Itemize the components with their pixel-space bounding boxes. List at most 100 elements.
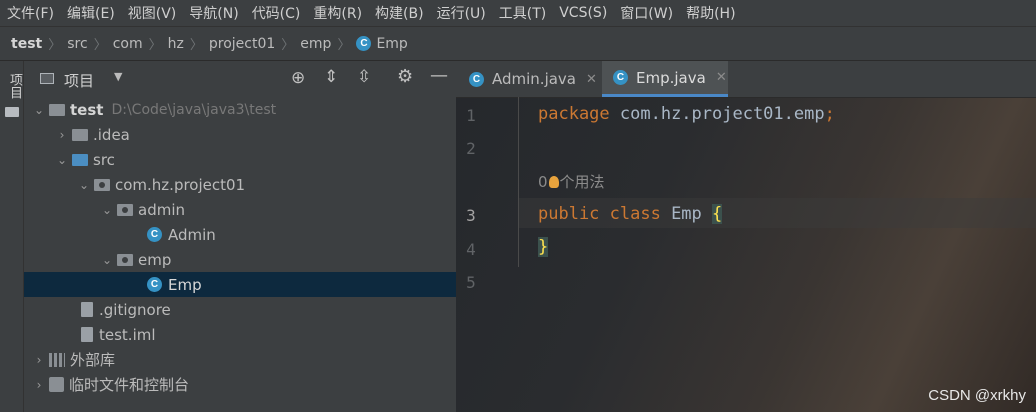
- tree-item-scratches[interactable]: › 临时文件和控制台: [24, 372, 456, 397]
- chevron-right-icon: 〉: [281, 38, 295, 53]
- tab-emp-java[interactable]: C Emp.java ✕: [602, 61, 728, 97]
- menu-navigate[interactable]: 导航(N): [182, 3, 244, 23]
- folder-icon: [5, 107, 19, 117]
- usages-inlay-hint[interactable]: 0 个用法: [538, 171, 605, 192]
- folder-icon: [72, 128, 88, 141]
- chevron-right-icon[interactable]: ›: [55, 128, 69, 142]
- class-icon: C: [147, 227, 162, 242]
- tree-item-package-project01[interactable]: ⌄ com.hz.project01: [24, 172, 456, 197]
- line-gutter: 1 2 3 4 5: [456, 97, 518, 412]
- tree-item-class-emp[interactable]: C Emp: [24, 272, 456, 297]
- keyword: public class: [538, 204, 661, 224]
- editor-tabs: C Admin.java ✕ C Emp.java ✕: [456, 61, 1036, 98]
- tree-item-label: 临时文件和控制台: [69, 376, 190, 394]
- line-number: 1: [466, 106, 476, 125]
- breadcrumb-emp-class[interactable]: Emp: [376, 36, 407, 52]
- tab-label: Admin.java: [492, 70, 577, 88]
- menu-file[interactable]: 文件(F): [0, 3, 60, 23]
- tree-item-idea[interactable]: › .idea: [24, 122, 456, 147]
- project-view-icon: [40, 73, 54, 84]
- menu-vcs[interactable]: VCS(S): [552, 5, 613, 21]
- tab-admin-java[interactable]: C Admin.java ✕: [456, 61, 601, 97]
- breadcrumb-test[interactable]: test: [11, 36, 42, 52]
- locate-icon[interactable]: ⊕: [291, 68, 305, 88]
- breadcrumb-src[interactable]: src: [67, 36, 87, 52]
- menu-tools[interactable]: 工具(T): [492, 3, 552, 23]
- tree-item-label: emp: [138, 250, 172, 269]
- ignore-file-icon: [81, 302, 93, 317]
- menu-code[interactable]: 代码(C): [245, 3, 307, 23]
- code-line-1[interactable]: package com.hz.project01.emp;: [538, 104, 835, 124]
- tree-item-iml[interactable]: test.iml: [24, 322, 456, 347]
- library-icon: [49, 352, 65, 367]
- chevron-down-icon[interactable]: ⌄: [32, 103, 46, 117]
- editor-area: C Admin.java ✕ C Emp.java ✕ 1 2 3 4 5 pa…: [456, 61, 1036, 412]
- breadcrumb: test 〉 src 〉 com 〉 hz 〉 project01 〉 emp 〉 C Em…: [0, 26, 1036, 61]
- chevron-down-icon[interactable]: ⌄: [100, 203, 114, 217]
- class-icon: C: [469, 71, 484, 87]
- tree-item-package-emp[interactable]: ⌄ emp: [24, 247, 456, 272]
- lightbulb-icon[interactable]: [548, 175, 559, 188]
- menu-window[interactable]: 窗口(W): [613, 3, 679, 23]
- tree-item-class-admin[interactable]: C Admin: [24, 222, 456, 247]
- line-number: 5: [466, 273, 476, 292]
- iml-file-icon: [81, 327, 93, 342]
- module-path: D:\Code\java\java3\test: [111, 101, 277, 118]
- close-icon[interactable]: ✕: [586, 72, 597, 87]
- brace-close: }: [538, 237, 549, 257]
- tree-item-external-libraries[interactable]: › 外部库: [24, 347, 456, 372]
- chevron-right-icon: 〉: [337, 38, 351, 53]
- chevron-right-icon: 〉: [93, 38, 107, 53]
- menu-help[interactable]: 帮助(H): [679, 3, 741, 23]
- breadcrumb-project01[interactable]: project01: [209, 36, 275, 52]
- chevron-down-icon[interactable]: ⌄: [77, 178, 91, 192]
- breadcrumb-hz[interactable]: hz: [168, 36, 184, 52]
- package-icon: [94, 178, 110, 191]
- tree-item-label: com.hz.project01: [115, 175, 246, 194]
- left-tool-stripe: 项目: [0, 61, 24, 412]
- source-folder-icon: [72, 153, 88, 166]
- class-icon: C: [613, 70, 628, 85]
- menu-refactor[interactable]: 重构(R): [306, 3, 368, 23]
- usages-label: 个用法: [559, 173, 605, 191]
- gutter-divider: [518, 97, 519, 267]
- project-tool-button[interactable]: 项目: [5, 73, 24, 99]
- project-view-title[interactable]: 项目: [64, 70, 94, 91]
- tree-item-package-admin[interactable]: ⌄ admin: [24, 197, 456, 222]
- code-line-4[interactable]: }: [538, 237, 549, 257]
- tree-item-label: .idea: [93, 125, 130, 144]
- minimize-icon[interactable]: —: [430, 65, 448, 86]
- chevron-right-icon[interactable]: ›: [32, 378, 46, 392]
- close-icon[interactable]: ✕: [716, 70, 727, 85]
- module-folder-icon: [49, 103, 65, 116]
- expand-all-icon[interactable]: ⇕: [324, 67, 338, 87]
- tree-item-src[interactable]: ⌄ src: [24, 147, 456, 172]
- keyword: package: [538, 104, 610, 124]
- tree-item-label: Admin: [168, 225, 216, 244]
- collapse-all-icon[interactable]: ⇳: [357, 67, 371, 87]
- menu-build[interactable]: 构建(B): [368, 3, 430, 23]
- semicolon: ;: [824, 104, 835, 124]
- watermark: CSDN @xrkhy: [928, 387, 1026, 404]
- code-line-3[interactable]: public class Emp {: [538, 204, 723, 224]
- line-number: 2: [466, 139, 476, 158]
- class-icon: C: [147, 277, 162, 292]
- tree-item-test[interactable]: ⌄ test D:\Code\java\java3\test: [24, 97, 456, 122]
- breadcrumb-com[interactable]: com: [113, 36, 143, 52]
- scratches-icon: [49, 377, 64, 392]
- menu-run[interactable]: 运行(U): [430, 3, 492, 23]
- chevron-down-icon[interactable]: ▼: [114, 70, 122, 83]
- chevron-right-icon[interactable]: ›: [32, 353, 46, 367]
- package-icon: [117, 203, 133, 216]
- gear-icon[interactable]: ⚙: [397, 66, 413, 87]
- usages-count: 0: [538, 172, 548, 191]
- class-name: Emp: [660, 204, 713, 224]
- tree-item-gitignore[interactable]: .gitignore: [24, 297, 456, 322]
- class-icon: C: [356, 36, 372, 51]
- package-name: com.hz.project01.emp: [609, 104, 825, 124]
- breadcrumb-emp[interactable]: emp: [300, 36, 331, 52]
- menu-edit[interactable]: 编辑(E): [60, 3, 121, 23]
- chevron-down-icon[interactable]: ⌄: [100, 253, 114, 267]
- chevron-down-icon[interactable]: ⌄: [55, 153, 69, 167]
- menu-view[interactable]: 视图(V): [121, 3, 183, 23]
